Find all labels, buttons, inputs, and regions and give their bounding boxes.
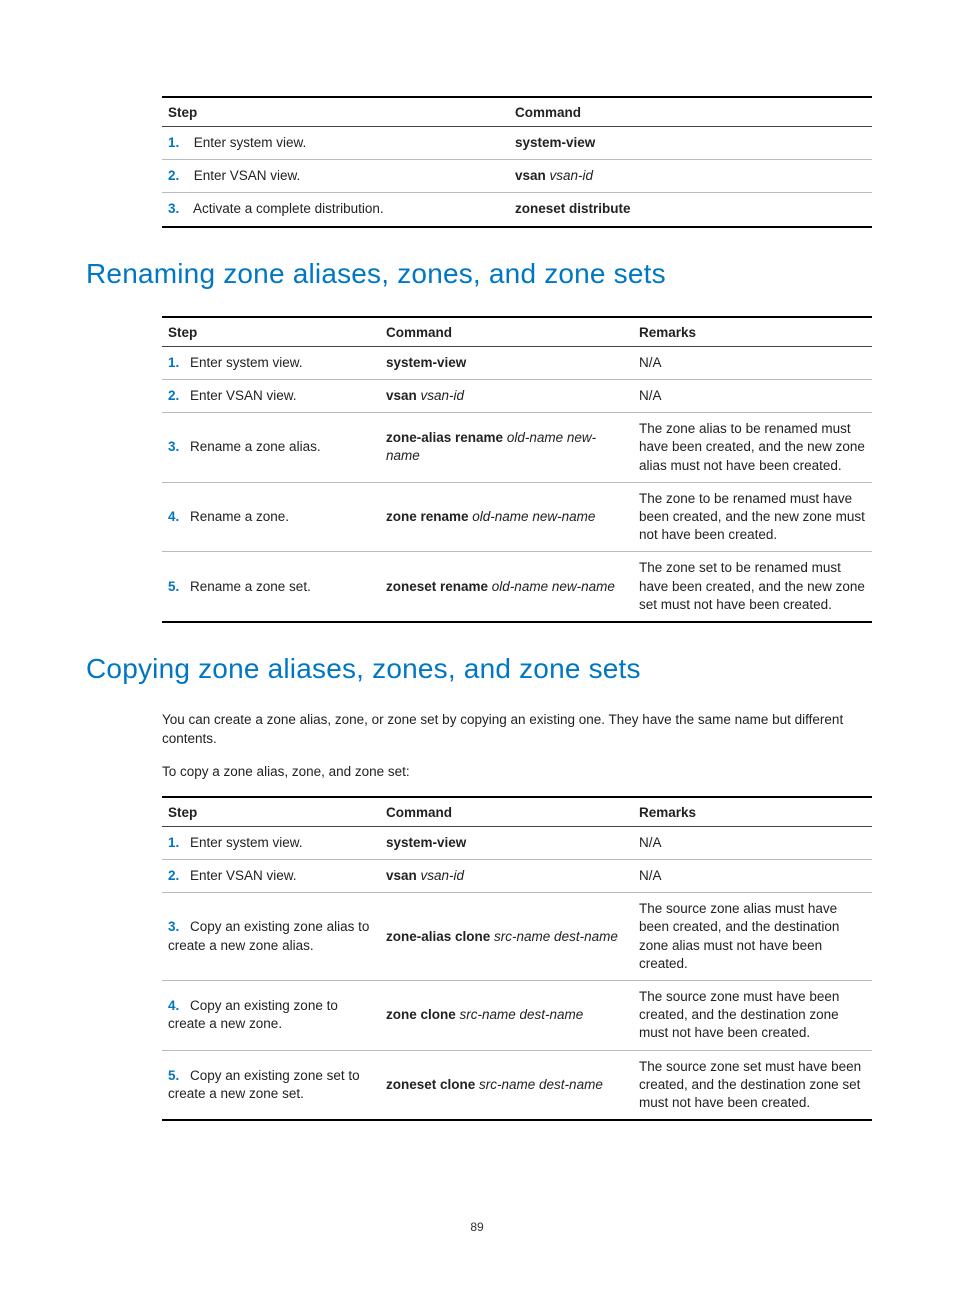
- command-arg: vsan-id: [417, 868, 464, 883]
- step-number: 5.: [168, 578, 190, 596]
- step-number: 2.: [168, 167, 190, 185]
- step-text: Enter system view.: [190, 835, 303, 850]
- step-text: Rename a zone alias.: [190, 439, 321, 454]
- remarks-text: The zone to be renamed must have been cr…: [633, 482, 872, 552]
- table-row: 4.Copy an existing zone to create a new …: [162, 981, 872, 1051]
- remarks-text: The source zone must have been created, …: [633, 981, 872, 1051]
- step-number: 1.: [168, 354, 190, 372]
- step-number: 5.: [168, 1067, 190, 1085]
- step-number: 4.: [168, 997, 190, 1015]
- col-command: Command: [380, 317, 633, 347]
- command-keyword: vsan: [515, 168, 546, 183]
- table-row: 1.Enter system view. system-view N/A: [162, 346, 872, 379]
- step-number: 3.: [168, 918, 190, 936]
- remarks-text: The source zone alias must have been cre…: [633, 893, 872, 981]
- heading-renaming: Renaming zone aliases, zones, and zone s…: [86, 258, 868, 290]
- command-keyword: system-view: [515, 135, 595, 150]
- table-row: 3.Copy an existing zone alias to create …: [162, 893, 872, 981]
- command-arg: src-name dest-name: [490, 929, 618, 944]
- step-number: 2.: [168, 867, 190, 885]
- step-number: 1.: [168, 134, 190, 152]
- table-renaming: Step Command Remarks 1.Enter system view…: [162, 316, 872, 623]
- step-text: Rename a zone set.: [190, 579, 311, 594]
- step-text: Activate a complete distribution.: [193, 201, 384, 216]
- command-keyword: vsan: [386, 388, 417, 403]
- command-keyword: zone-alias rename: [386, 430, 503, 445]
- remarks-text: N/A: [633, 379, 872, 412]
- command-keyword: zoneset rename: [386, 579, 488, 594]
- step-text: Enter system view.: [194, 135, 307, 150]
- remarks-text: N/A: [633, 346, 872, 379]
- remarks-text: N/A: [633, 859, 872, 892]
- table-row: 4.Rename a zone. zone rename old-name ne…: [162, 482, 872, 552]
- step-text: Copy an existing zone alias to create a …: [168, 919, 369, 952]
- step-text: Copy an existing zone to create a new zo…: [168, 998, 338, 1031]
- command-keyword: system-view: [386, 355, 466, 370]
- step-number: 4.: [168, 508, 190, 526]
- step-text: Enter system view.: [190, 355, 303, 370]
- command-keyword: zoneset distribute: [515, 201, 631, 216]
- step-number: 1.: [168, 834, 190, 852]
- command-arg: old-name new-name: [469, 509, 596, 524]
- table-row: 2. Enter VSAN view. vsan vsan-id: [162, 160, 872, 193]
- col-remarks: Remarks: [633, 317, 872, 347]
- paragraph-lead: To copy a zone alias, zone, and zone set…: [162, 763, 872, 782]
- command-arg: vsan-id: [546, 168, 593, 183]
- command-arg: src-name dest-name: [475, 1077, 603, 1092]
- command-keyword: zone clone: [386, 1007, 456, 1022]
- command-keyword: zone rename: [386, 509, 469, 524]
- col-remarks: Remarks: [633, 797, 872, 827]
- page-number: 89: [0, 1220, 954, 1234]
- command-arg: src-name dest-name: [456, 1007, 584, 1022]
- step-number: 2.: [168, 387, 190, 405]
- step-text: Enter VSAN view.: [194, 168, 301, 183]
- table-activate-distribution: Step Command 1. Enter system view. syste…: [162, 96, 872, 228]
- step-text: Copy an existing zone set to create a ne…: [168, 1068, 360, 1101]
- col-command: Command: [509, 97, 872, 127]
- step-text: Enter VSAN view.: [190, 868, 297, 883]
- command-arg: old-name new-name: [488, 579, 615, 594]
- remarks-text: The zone alias to be renamed must have b…: [633, 413, 872, 483]
- table-row: 5.Copy an existing zone set to create a …: [162, 1050, 872, 1120]
- command-keyword: system-view: [386, 835, 466, 850]
- command-keyword: vsan: [386, 868, 417, 883]
- table-row: 2.Enter VSAN view. vsan vsan-id N/A: [162, 859, 872, 892]
- table-row: 5.Rename a zone set. zoneset rename old-…: [162, 552, 872, 622]
- step-text: Enter VSAN view.: [190, 388, 297, 403]
- remarks-text: The source zone set must have been creat…: [633, 1050, 872, 1120]
- col-command: Command: [380, 797, 633, 827]
- remarks-text: N/A: [633, 826, 872, 859]
- table-row: 3. Activate a complete distribution. zon…: [162, 193, 872, 227]
- page: Step Command 1. Enter system view. syste…: [0, 0, 954, 1296]
- remarks-text: The zone set to be renamed must have bee…: [633, 552, 872, 622]
- step-text: Rename a zone.: [190, 509, 289, 524]
- col-step: Step: [162, 317, 380, 347]
- table-copying: Step Command Remarks 1.Enter system view…: [162, 796, 872, 1122]
- table-row: 2.Enter VSAN view. vsan vsan-id N/A: [162, 379, 872, 412]
- col-step: Step: [162, 97, 509, 127]
- step-number: 3.: [168, 438, 190, 456]
- paragraph-intro: You can create a zone alias, zone, or zo…: [162, 711, 872, 749]
- step-number: 3.: [168, 200, 190, 218]
- col-step: Step: [162, 797, 380, 827]
- heading-copying: Copying zone aliases, zones, and zone se…: [86, 653, 868, 685]
- command-arg: vsan-id: [417, 388, 464, 403]
- table-row: 1. Enter system view. system-view: [162, 127, 872, 160]
- table-row: 3.Rename a zone alias. zone-alias rename…: [162, 413, 872, 483]
- command-keyword: zoneset clone: [386, 1077, 475, 1092]
- table-row: 1.Enter system view. system-view N/A: [162, 826, 872, 859]
- command-keyword: zone-alias clone: [386, 929, 490, 944]
